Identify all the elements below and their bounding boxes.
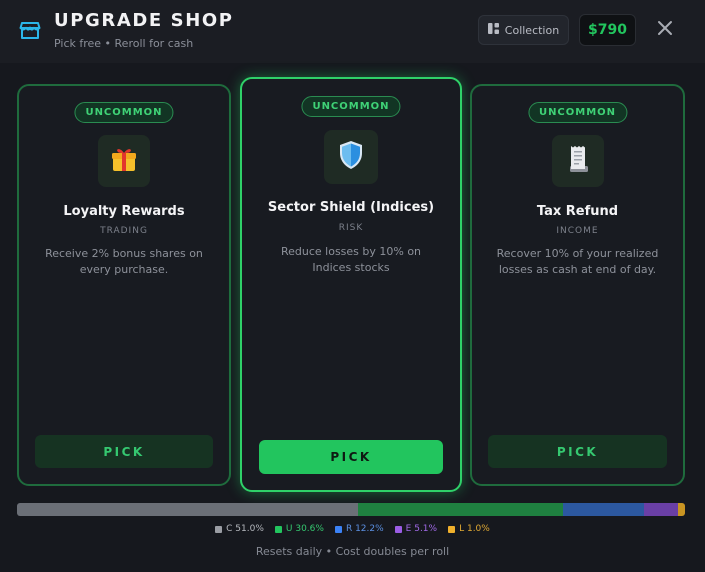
legend-label: R 12.2% (345, 524, 384, 534)
pick-button[interactable]: PICK (488, 435, 667, 468)
shield-icon (338, 140, 364, 174)
rarity-legend: C 51.0% U 30.6% R 12.2% E 5.1% L 1.0% (0, 524, 705, 534)
card-title: Loyalty Rewards (63, 204, 185, 219)
legend-item-uncommon: U 30.6% (274, 524, 324, 534)
page-title: UPGRADE SHOP (54, 10, 234, 31)
upgrade-card-tax-refund[interactable]: UNCOMMON Tax Refund INCOME Recover 10% o… (470, 84, 685, 486)
pick-button[interactable]: PICK (35, 435, 213, 468)
card-category: INCOME (556, 226, 599, 236)
rarity-segment-uncommon (358, 503, 563, 516)
rarity-segment-rare (562, 503, 645, 516)
rarity-odds-bar (17, 503, 685, 516)
grid-icon (487, 23, 499, 37)
card-category: RISK (338, 223, 364, 233)
legend-swatch (274, 525, 282, 533)
legend-swatch (334, 525, 342, 533)
upgrade-shop-modal: UPGRADE SHOP Pick free • Reroll for cash… (0, 0, 705, 572)
page-subtitle: Pick free • Reroll for cash (54, 37, 194, 50)
card-description: Receive 2% bonus shares on every purchas… (45, 247, 203, 276)
legend-swatch (215, 525, 223, 533)
legend-label: E 5.1% (405, 524, 438, 534)
rarity-badge: UNCOMMON (74, 102, 174, 123)
card-icon-box (551, 135, 604, 187)
legend-item-common: C 51.0% (215, 524, 264, 534)
storefront-icon (19, 19, 41, 41)
gift-icon (110, 145, 138, 177)
card-title: Tax Refund (536, 204, 619, 219)
cash-balance: $790 (579, 14, 636, 46)
close-icon (657, 20, 673, 40)
legend-label: U 30.6% (285, 524, 324, 534)
card-category: TRADING (100, 226, 148, 236)
pick-button[interactable]: PICK (259, 440, 443, 474)
footer-note: Resets daily • Cost doubles per roll (255, 545, 450, 558)
collection-label: Collection (504, 23, 560, 37)
rarity-segment-common (17, 503, 359, 516)
upgrade-card-loyalty-rewards[interactable]: UNCOMMON Loyalty Rewards TRADING Receive… (17, 84, 231, 486)
rarity-segment-legendary (678, 503, 685, 516)
collection-button[interactable]: Collection (478, 15, 569, 45)
legend-swatch (448, 525, 456, 533)
card-icon-box (98, 135, 150, 187)
shop-header: UPGRADE SHOP Pick free • Reroll for cash… (0, 0, 705, 63)
rarity-segment-epic (644, 503, 679, 516)
legend-label: C 51.0% (226, 524, 264, 534)
legend-item-rare: R 12.2% (334, 524, 384, 534)
legend-item-epic: E 5.1% (394, 524, 438, 534)
close-button[interactable] (653, 18, 677, 42)
legend-swatch (394, 525, 402, 533)
upgrade-card-sector-shield[interactable]: UNCOMMON Sector Shield (Indices) RISK Re… (240, 77, 462, 492)
legend-item-legendary: L 1.0% (448, 524, 490, 534)
card-description: Recover 10% of your realized losses as c… (496, 247, 659, 276)
rarity-badge: UNCOMMON (301, 96, 401, 117)
card-description: Reduce losses by 10% on Indices stocks (280, 245, 422, 274)
receipt-icon (565, 144, 591, 178)
legend-label: L 1.0% (459, 524, 490, 534)
card-icon-box (324, 130, 378, 184)
rarity-badge: UNCOMMON (527, 102, 628, 123)
card-title: Sector Shield (Indices) (267, 200, 435, 215)
